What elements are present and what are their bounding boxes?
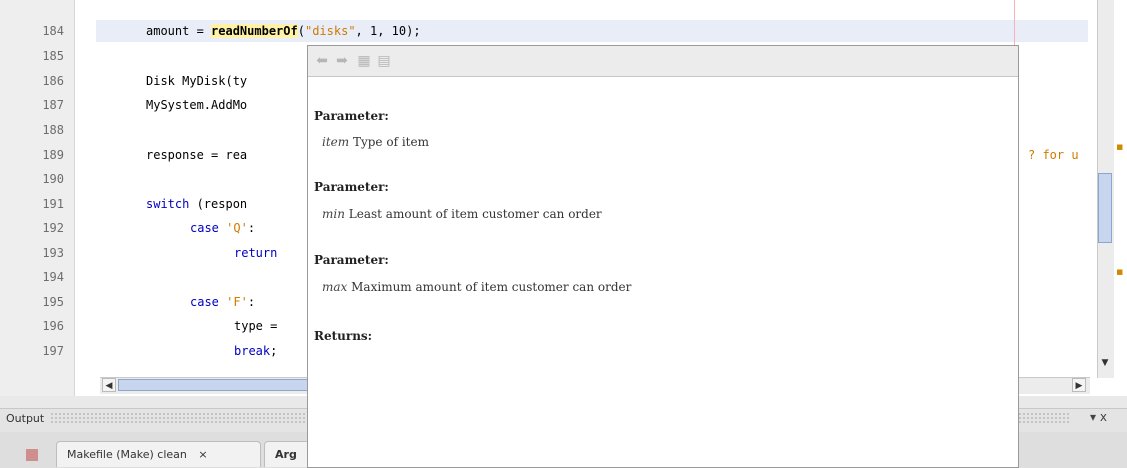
tab-label: Makefile (Make) clean <box>67 448 187 461</box>
code-fragment-right: ? for u <box>1028 148 1079 162</box>
line-number-gutter: 184 185 186 187 188 189 190 191 192 193 … <box>0 0 75 396</box>
code-token: amount = <box>146 24 212 38</box>
code-line-193[interactable]: return <box>234 242 277 264</box>
keyword-token: case <box>190 221 219 235</box>
param-description: item Type of item <box>322 135 429 149</box>
forward-icon[interactable]: ➡ <box>334 53 350 69</box>
param-label: Parameter: <box>314 253 389 267</box>
code-token: : <box>247 295 256 309</box>
param-name: item <box>322 135 350 149</box>
code-token: ( <box>297 24 305 38</box>
line-number: 192 <box>42 221 64 235</box>
open-in-browser-icon[interactable]: ▦ <box>356 53 372 69</box>
param-label: Parameter: <box>314 109 389 123</box>
code-line-184[interactable]: amount = readNumberOf("disks", 1, 10); <box>146 20 421 42</box>
scroll-down-arrow-icon[interactable]: ▼ <box>1098 356 1112 370</box>
keyword-token: case <box>190 295 219 309</box>
code-line-189[interactable]: response = rea <box>146 144 247 166</box>
string-token: 'Q' <box>218 221 248 235</box>
keyword-token: switch <box>146 197 190 211</box>
line-number: 194 <box>42 270 64 284</box>
error-stripe-mark[interactable]: ▪ <box>1116 140 1123 153</box>
popup-toolbar: ⬅ ➡ ▦ ▤ <box>308 46 1018 77</box>
vertical-scrollbar-thumb[interactable] <box>1098 173 1112 243</box>
line-number: 186 <box>42 74 64 88</box>
code-line-192[interactable]: case 'Q': <box>190 217 255 239</box>
param-name: max <box>322 280 348 294</box>
line-number: 190 <box>42 172 64 186</box>
code-token: , 1, 10); <box>355 24 421 38</box>
code-line-187[interactable]: MySystem.AddMo <box>146 94 247 116</box>
code-line-196[interactable]: type = <box>234 315 277 337</box>
param-text: Maximum amount of item customer can orde… <box>351 280 632 294</box>
code-line-186[interactable]: Disk MyDisk(ty <box>146 70 247 92</box>
scroll-left-arrow-icon[interactable]: ◀ <box>102 378 116 392</box>
stop-icon[interactable] <box>26 449 38 461</box>
line-number: 188 <box>42 123 64 137</box>
scroll-right-arrow-icon[interactable]: ▶ <box>1072 378 1086 392</box>
keyword-token: return <box>234 246 278 260</box>
line-number: 185 <box>42 49 64 63</box>
line-number: 193 <box>42 246 64 260</box>
line-number: 191 <box>42 197 64 211</box>
horizontal-scrollbar-thumb[interactable] <box>118 379 308 391</box>
code-line-195[interactable]: case 'F': <box>190 291 255 313</box>
code-line-191[interactable]: switch (respon <box>146 193 247 215</box>
code-token: (respon <box>189 197 248 211</box>
param-text: Type of item <box>352 135 429 149</box>
keyword-token: break <box>234 344 271 358</box>
documentation-popup[interactable]: ⬅ ➡ ▦ ▤ Parameter: item Type of item Par… <box>307 45 1019 468</box>
output-panel-controls[interactable]: ▾ x <box>1090 410 1107 424</box>
close-icon[interactable]: × <box>198 448 207 461</box>
returns-label: Returns: <box>314 329 373 343</box>
line-number: 197 <box>42 344 64 358</box>
string-token: "disks" <box>304 24 356 38</box>
param-description: max Maximum amount of item customer can … <box>322 280 631 294</box>
code-line-197[interactable]: break; <box>234 340 277 362</box>
param-label: Parameter: <box>314 180 389 194</box>
error-stripe-mark[interactable]: ▪ <box>1116 265 1123 278</box>
function-name-token: readNumberOf <box>211 24 298 38</box>
output-panel-title[interactable]: Output <box>6 412 44 425</box>
param-name: min <box>322 207 345 221</box>
line-number: 196 <box>42 319 64 333</box>
string-token: 'F' <box>218 295 248 309</box>
line-number: 189 <box>42 148 64 162</box>
code-token: : <box>247 221 256 235</box>
open-source-icon[interactable]: ▤ <box>376 53 392 69</box>
line-number: 187 <box>42 98 64 112</box>
back-icon[interactable]: ⬅ <box>314 53 330 69</box>
param-text: Least amount of item customer can order <box>348 207 602 221</box>
param-description: min Least amount of item customer can or… <box>322 207 602 221</box>
output-tab-makefile[interactable]: Makefile (Make) clean × <box>56 441 261 467</box>
code-token: ; <box>270 344 278 358</box>
line-number: 184 <box>42 24 64 38</box>
line-number: 195 <box>42 295 64 309</box>
